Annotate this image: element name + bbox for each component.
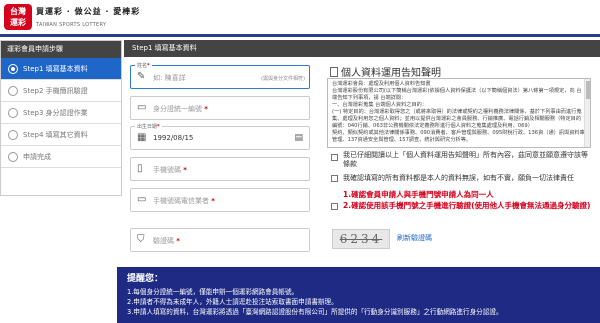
logo-text: 買運彩 · 做公益 · 愛棒彩 TAIWAN SPORTS LOTTERY — [36, 6, 140, 28]
privacy-notice-text[interactable]: 台灣運彩會員：處理及利用個人資料告知書 台灣運彩股份有限公司(以下簡稱台灣運彩)… — [327, 78, 591, 148]
confirm-true-label: 我確認填寫的所有資料都是本人的資料無誤，如有不實，願負一切法律責任 — [343, 174, 574, 182]
radio-icon — [8, 130, 18, 140]
notice-line: (一) 特定目的：台灣運彩取得您之（或將來取得）的法律或契約之權利義務法律關係，… — [332, 109, 582, 129]
notice-line: 一、台灣運彩蒐集 台端個人資料之目的： — [332, 102, 428, 108]
confirm-true-checkbox[interactable] — [331, 175, 338, 182]
mobile-serial-input[interactable]: ▭ 手機號碼電信業者 * — [130, 188, 310, 212]
agree-notice-label: 我已仔細閱讀以上「個人資料運用告知聲明」所有內容，茲同意並願意遵守該等條款 — [343, 151, 588, 168]
mobile-placeholder: 手機號碼 * — [153, 166, 187, 174]
radio-icon — [8, 86, 18, 96]
sidebar-item-label: Step2 手機簡訊驗證 — [23, 87, 88, 95]
radio-selected-icon — [8, 64, 18, 74]
header-stripe — [0, 34, 600, 37]
sim-icon: ▭ — [137, 194, 147, 205]
page-title: Step1 填寫基本資料 — [124, 40, 600, 57]
mobile-input[interactable]: ▯ 手機號碼 * — [130, 157, 310, 181]
radio-icon — [8, 108, 18, 118]
shield-icon: ⛉ — [137, 234, 145, 245]
document-icon — [330, 67, 338, 77]
name-input[interactable]: 姓名* ✎ 如: 陳喜詳 (需與身分文件相符) — [130, 62, 310, 89]
sidebar-item-step1[interactable]: Step1 填寫基本資料 — [1, 58, 121, 80]
site-header: 台灣 運彩 買運彩 · 做公益 · 愛棒彩 TAIWAN SPORTS LOTT… — [0, 0, 600, 34]
birthday-field[interactable]: 出生日期* ▦ 1992/08/15 ▤ — [130, 123, 310, 150]
sidebar-item-step3[interactable]: Step3 身分認證作業 — [1, 102, 121, 124]
sidebar-item-label: Step3 身分認證作業 — [23, 109, 88, 117]
id-card-icon: ▭ — [137, 102, 147, 113]
sidebar-title: 運彩會員申請步驟 — [1, 41, 121, 58]
captcha-placeholder: 驗證碼 * — [153, 237, 180, 245]
privacy-notice-title: 個人資料運用告知聲明 — [330, 64, 441, 79]
sidebar-item-label: Step4 填寫其它資料 — [23, 131, 88, 139]
notice-line: 契約、類似契約或其他法律關係事務、090消費者、客戶管理與服務、095財稅行政、… — [332, 130, 585, 143]
radio-icon — [8, 152, 18, 162]
logo-bottom-text: 運彩 — [10, 18, 26, 27]
warning-notes: 1.確認會員申請人與手機門號申請人為同一人 2.確認使用該手機門號之手機進行驗證… — [343, 189, 595, 211]
reminder-panel: 提醒您： 1.每個身分證統一編號，僅能申辦一個運彩網路會員帳號。 2.申請者不得… — [117, 267, 600, 323]
captcha-input[interactable]: ⛉ 驗證碼 * — [130, 228, 310, 252]
steps-sidebar: 運彩會員申請步驟 Step1 填寫基本資料 Step2 手機簡訊驗證 Step3… — [0, 40, 122, 196]
agree-notice-checkbox[interactable] — [331, 154, 338, 161]
phone-icon: ▯ — [137, 163, 143, 174]
id-number-placeholder: 身分證統一編號 * — [153, 105, 208, 113]
reminder-line: 1.每個身分證統一編號，僅能申辦一個運彩網路會員帳號。 — [127, 288, 299, 296]
name-hint: (需與身分文件相符) — [261, 76, 305, 82]
calendar-picker-icon[interactable]: ▤ — [294, 133, 303, 143]
notice-scrollbar[interactable] — [584, 79, 590, 147]
mobile-serial-placeholder: 手機號碼電信業者 * — [153, 197, 215, 205]
warning-line-2: 2.確認使用該手機門號之手機進行驗證(使用他人手機會無法通過身分驗證) — [343, 201, 591, 210]
sidebar-item-step4[interactable]: Step4 填寫其它資料 — [1, 124, 121, 146]
taiwan-lottery-logo[interactable]: 台灣 運彩 — [4, 4, 32, 30]
refresh-captcha-link[interactable]: 刷新驗證碼 — [397, 233, 432, 243]
pencil-icon: ✎ — [137, 71, 146, 82]
logo-top-text: 台灣 — [10, 7, 26, 16]
reminder-line: 3.申請人填寫的資料，台灣運彩將透過「臺灣網路認證股份有限公司」所提供的「行動身… — [127, 308, 503, 316]
reminder-line: 2.申請者不得為未成年人，外籍人士請逕赴投注站索取書面申請書辦理。 — [127, 298, 338, 306]
notice-line: 台灣運彩股份有限公司(以下簡稱台灣運彩)依據個人資料保護法（以下簡稱個資法）第八… — [332, 88, 582, 101]
calendar-icon: ▦ — [137, 132, 147, 143]
sidebar-item-label: Step1 填寫基本資料 — [23, 65, 88, 73]
sidebar-item-step2[interactable]: Step2 手機簡訊驗證 — [1, 80, 121, 102]
confirm-same-person-checkbox[interactable] — [331, 203, 338, 210]
name-field-label: 姓名* — [135, 62, 152, 69]
id-number-input[interactable]: ▭ 身分證統一編號 * — [130, 96, 310, 120]
sidebar-item-label: 申請完成 — [23, 153, 51, 161]
logo-subtitle: TAIWAN SPORTS LOTTERY — [36, 22, 107, 28]
reminder-title: 提醒您： — [127, 274, 164, 284]
birthday-field-label: 出生日期* — [135, 123, 162, 130]
sidebar-item-complete[interactable]: 申請完成 — [1, 146, 121, 168]
captcha-image: 6234 — [332, 229, 390, 249]
logo-slogan: 買運彩 · 做公益 · 愛棒彩 — [36, 7, 141, 16]
warning-line-1: 1.確認會員申請人與手機門號申請人為同一人 — [343, 190, 494, 199]
scrollbar-thumb[interactable] — [586, 81, 590, 99]
name-placeholder: 如: 陳喜詳 — [153, 74, 186, 82]
notice-line: 台灣運彩會員：處理及利用個人資料告知書 — [332, 81, 431, 87]
birthday-value: 1992/08/15 — [153, 134, 194, 142]
